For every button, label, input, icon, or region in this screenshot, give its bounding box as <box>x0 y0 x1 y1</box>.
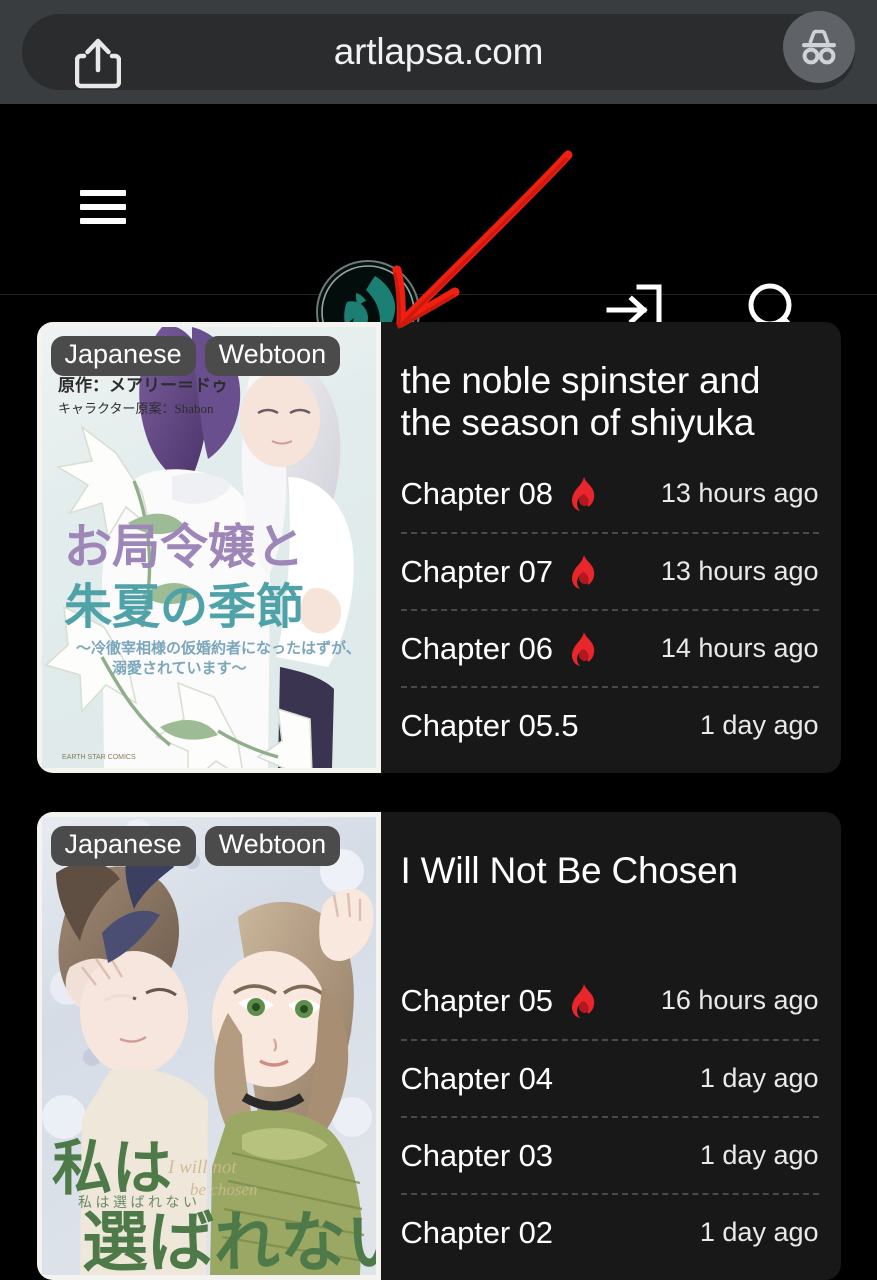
chapter-time: 1 day ago <box>699 1063 819 1093</box>
chapter-name: Chapter 03 <box>400 1137 553 1173</box>
hot-flame-icon <box>569 983 599 1018</box>
series-title[interactable]: the noble spinster and the season of shi… <box>401 340 819 444</box>
badge-language[interactable]: Japanese <box>50 826 196 867</box>
svg-text:原作：メアリー＝ドゥ: 原作：メアリー＝ドゥ <box>58 375 228 395</box>
chapter-row[interactable]: Chapter 06 14 hours ago <box>400 609 819 686</box>
badge-language[interactable]: Japanese <box>50 336 196 377</box>
chapter-time: 14 hours ago <box>660 633 819 663</box>
series-cover[interactable]: お局令嬢と 朱夏の季節 ～冷徹宰相様の仮婚約者になったはずが、 溺愛されています… <box>36 322 381 773</box>
svg-text:私は: 私は <box>52 1136 172 1202</box>
series-info: the noble spinster and the season of shi… <box>381 322 841 773</box>
series-info: I Will Not Be Chosen Chapter 05 16 hours… <box>381 812 841 1280</box>
svg-text:選ばれない: 選ばれない <box>82 1207 376 1275</box>
svg-text:～冷徹宰相様の仮婚約者になったはずが、: ～冷徹宰相様の仮婚約者になったはずが、 <box>76 639 361 657</box>
address-bar[interactable]: artlapsa.com <box>22 14 855 90</box>
chapter-time: 13 hours ago <box>660 478 819 508</box>
svg-text:溺愛されています～: 溺愛されています～ <box>112 659 247 677</box>
chapter-time: 16 hours ago <box>660 985 819 1015</box>
chapter-name: Chapter 06 <box>400 630 553 666</box>
svg-text:私 は 選 ば れ な い: 私 は 選 ば れ な い <box>78 1195 197 1211</box>
chapter-name: Chapter 07 <box>400 553 553 589</box>
hot-flame-icon <box>569 554 599 589</box>
chapter-list: Chapter 05 16 hours ago Chapter 04 1 day… <box>400 962 819 1270</box>
cover-artwork-noble-spinster: お局令嬢と 朱夏の季節 ～冷徹宰相様の仮婚約者になったはずが、 溺愛されています… <box>41 327 376 768</box>
cover-badges: Japanese Webtoon <box>50 336 341 377</box>
browser-toolbar: artlapsa.com <box>0 0 877 104</box>
svg-text:朱夏の季節: 朱夏の季節 <box>64 581 304 634</box>
series-list: お局令嬢と 朱夏の季節 ～冷徹宰相様の仮婚約者になったはずが、 溺愛されています… <box>0 322 877 1280</box>
chapter-row[interactable]: Chapter 07 13 hours ago <box>400 532 819 609</box>
chapter-row[interactable]: Chapter 08 13 hours ago <box>401 455 819 532</box>
chapter-name: Chapter 04 <box>400 1060 553 1096</box>
chapter-row[interactable]: Chapter 02 1 day ago <box>400 1193 819 1270</box>
chapter-time: 13 hours ago <box>660 556 819 586</box>
cover-badges: Japanese Webtoon <box>50 826 341 867</box>
url-text[interactable]: artlapsa.com <box>22 31 855 73</box>
chapter-row[interactable]: Chapter 04 1 day ago <box>400 1039 819 1116</box>
chapter-name: Chapter 08 <box>400 475 553 511</box>
chapter-row[interactable]: Chapter 05.5 1 day ago <box>400 686 819 763</box>
series-title[interactable]: I Will Not Be Chosen <box>401 830 819 892</box>
site-header <box>0 104 877 364</box>
svg-text:キャラクター原案：Shabon: キャラクター原案：Shabon <box>58 401 214 416</box>
chapter-list: Chapter 08 13 hours ago Chapter 07 13 ho… <box>400 455 819 763</box>
incognito-icon[interactable] <box>783 11 855 83</box>
hot-flame-icon <box>569 476 599 511</box>
hamburger-menu-icon[interactable] <box>80 190 126 224</box>
series-cover[interactable]: 私は 選ばれない 私 は 選 ば れ な い I will not be cho… <box>36 812 381 1280</box>
badge-type[interactable]: Webtoon <box>204 336 341 377</box>
svg-text:お局令嬢と: お局令嬢と <box>64 521 304 574</box>
chapter-name: Chapter 05 <box>400 982 553 1018</box>
chapter-row[interactable]: Chapter 03 1 day ago <box>400 1116 819 1193</box>
chapter-time: 1 day ago <box>699 710 819 740</box>
hot-flame-icon <box>569 631 599 666</box>
chapter-name: Chapter 02 <box>400 1214 553 1250</box>
chapter-row[interactable]: Chapter 05 16 hours ago <box>401 962 819 1039</box>
svg-text:I will not: I will not <box>167 1157 237 1178</box>
svg-text:be chosen: be chosen <box>190 1180 258 1199</box>
badge-type[interactable]: Webtoon <box>204 826 341 867</box>
cover-artwork-i-will-not-be-chosen: 私は 選ばれない 私 は 選 ば れ な い I will not be cho… <box>41 817 376 1275</box>
chapter-time: 1 day ago <box>699 1217 819 1247</box>
series-card[interactable]: 私は 選ばれない 私 は 選 ば れ な い I will not be cho… <box>36 812 841 1280</box>
svg-text:EARTH STAR COMICS: EARTH STAR COMICS <box>62 754 136 761</box>
series-card[interactable]: お局令嬢と 朱夏の季節 ～冷徹宰相様の仮婚約者になったはずが、 溺愛されています… <box>36 322 841 773</box>
chapter-time: 1 day ago <box>699 1140 819 1170</box>
chapter-name: Chapter 05.5 <box>400 707 579 743</box>
